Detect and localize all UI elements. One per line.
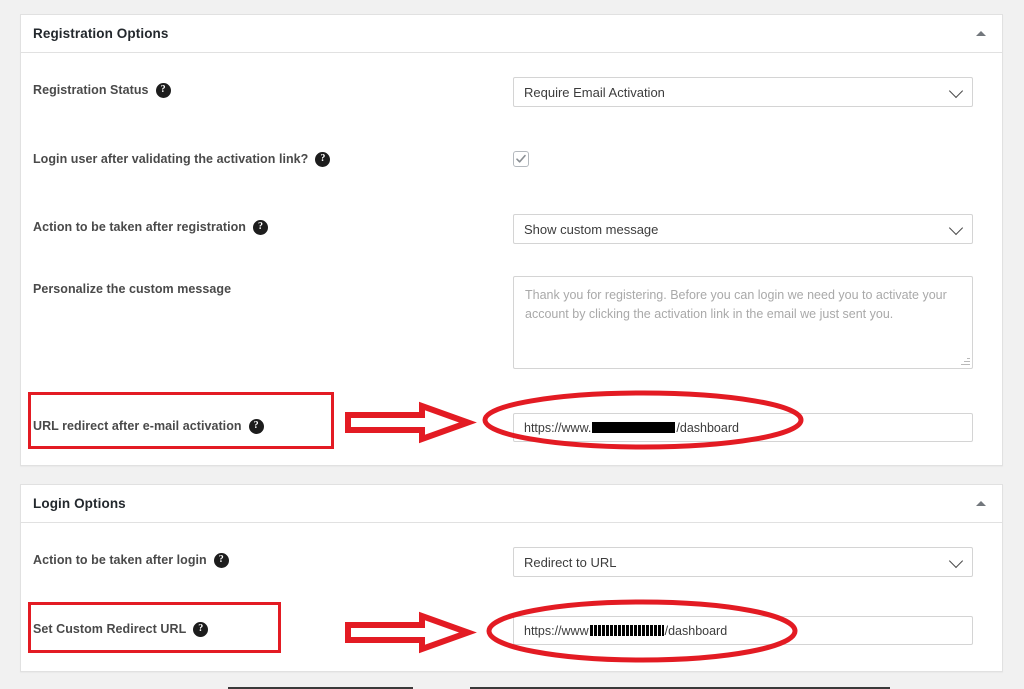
action-after-login-field-cell: Redirect to URL xyxy=(513,547,1002,577)
login-collapse-toggle[interactable] xyxy=(970,493,992,515)
login-after-activation-label: Login user after validating the activati… xyxy=(33,152,309,166)
help-icon[interactable]: ? xyxy=(248,418,264,434)
url-redirect-activation-input[interactable]: https://www. /dashboard xyxy=(513,413,973,442)
login-options-title: Login Options xyxy=(33,496,126,511)
action-after-login-select-value: Redirect to URL xyxy=(524,554,617,570)
row-action-after-login: Action to be taken after login ? Redirec… xyxy=(21,547,1002,577)
help-icon[interactable]: ? xyxy=(315,151,331,167)
action-after-registration-field-cell: Show custom message xyxy=(513,214,1002,244)
login-after-activation-label-cell: Login user after validating the activati… xyxy=(21,146,513,172)
action-after-login-label-cell: Action to be taken after login ? xyxy=(21,547,513,573)
url-suffix: /dashboard xyxy=(676,420,739,435)
action-after-login-label: Action to be taken after login xyxy=(33,553,207,567)
registration-status-select-value: Require Email Activation xyxy=(524,84,665,100)
personalize-message-textarea[interactable]: Thank you for registering. Before you ca… xyxy=(513,276,973,369)
personalize-message-label: Personalize the custom message xyxy=(33,282,232,296)
action-after-login-select[interactable]: Redirect to URL xyxy=(513,547,973,577)
screenshot-root: Registration Options Registration Status… xyxy=(0,0,1024,689)
help-icon[interactable]: ? xyxy=(193,621,209,637)
login-options-header: Login Options xyxy=(21,485,1002,523)
url-prefix: https://www. xyxy=(524,420,592,435)
personalize-message-placeholder: Thank you for registering. Before you ca… xyxy=(525,288,947,322)
login-after-activation-checkbox[interactable] xyxy=(513,151,529,167)
login-after-activation-field-cell xyxy=(513,146,1002,167)
url-suffix: /dashboard xyxy=(664,623,728,638)
registration-status-select[interactable]: Require Email Activation xyxy=(513,77,973,107)
custom-redirect-url-label-cell: Set Custom Redirect URL ? xyxy=(21,616,513,642)
registration-collapse-toggle[interactable] xyxy=(970,23,992,45)
custom-redirect-url-label: Set Custom Redirect URL xyxy=(33,622,187,636)
resize-grip-icon[interactable] xyxy=(960,356,970,366)
registration-options-header: Registration Options xyxy=(21,15,1002,53)
custom-redirect-url-input[interactable]: https://www /dashboard xyxy=(513,616,973,645)
action-after-registration-label: Action to be taken after registration xyxy=(33,220,246,234)
url-redirect-activation-field-cell: https://www. /dashboard xyxy=(513,413,1002,442)
url-redirect-activation-value: https://www. /dashboard xyxy=(524,421,739,435)
action-after-registration-select[interactable]: Show custom message xyxy=(513,214,973,244)
action-after-registration-label-cell: Action to be taken after registration ? xyxy=(21,214,513,240)
row-action-after-registration: Action to be taken after registration ? … xyxy=(21,214,1002,244)
registration-status-label: Registration Status xyxy=(33,83,149,97)
caret-up-icon xyxy=(976,501,986,506)
registration-options-panel: Registration Options Registration Status… xyxy=(20,14,1003,466)
row-url-redirect-activation: URL redirect after e-mail activation ? h… xyxy=(21,413,1002,442)
chevron-down-icon xyxy=(948,83,964,99)
action-after-registration-select-value: Show custom message xyxy=(524,221,659,237)
chevron-down-icon xyxy=(948,553,964,569)
url-redirect-activation-label-cell: URL redirect after e-mail activation ? xyxy=(21,413,513,439)
personalize-message-label-cell: Personalize the custom message xyxy=(21,276,513,302)
checkmark-icon xyxy=(516,154,526,163)
redaction-bar xyxy=(589,625,664,636)
row-login-after-activation: Login user after validating the activati… xyxy=(21,146,1002,172)
custom-redirect-url-value: https://www /dashboard xyxy=(524,624,727,638)
row-custom-redirect-url: Set Custom Redirect URL ? https://www /d… xyxy=(21,616,1002,645)
help-icon[interactable]: ? xyxy=(213,552,229,568)
url-prefix: https://www xyxy=(524,623,589,638)
custom-redirect-url-field-cell: https://www /dashboard xyxy=(513,616,1002,645)
row-personalize-message: Personalize the custom message Thank you… xyxy=(21,276,1002,369)
row-registration-status: Registration Status ? Require Email Acti… xyxy=(21,77,1002,107)
help-icon[interactable]: ? xyxy=(155,82,171,98)
login-options-panel: Login Options Action to be taken after l… xyxy=(20,484,1003,672)
chevron-down-icon xyxy=(948,220,964,236)
url-redirect-activation-label: URL redirect after e-mail activation xyxy=(33,419,242,433)
caret-up-icon xyxy=(976,31,986,36)
personalize-message-field-cell: Thank you for registering. Before you ca… xyxy=(513,276,1002,369)
registration-status-field-cell: Require Email Activation xyxy=(513,77,1002,107)
registration-status-label-cell: Registration Status ? xyxy=(21,77,513,103)
redaction-bar xyxy=(592,422,676,433)
registration-options-title: Registration Options xyxy=(33,26,169,41)
help-icon[interactable]: ? xyxy=(253,219,268,235)
